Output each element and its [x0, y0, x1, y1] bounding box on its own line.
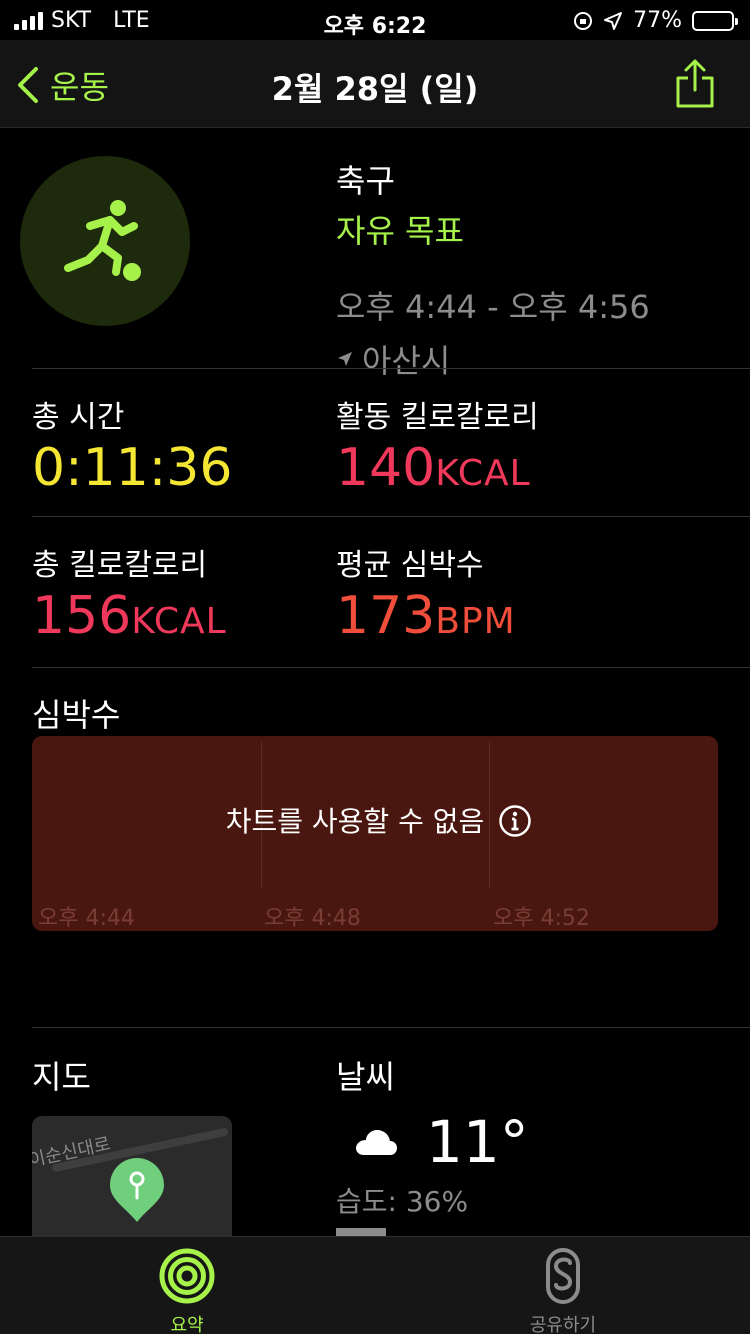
stat-unit: BPM	[435, 601, 516, 642]
workout-location: 아산시	[336, 336, 650, 382]
stat-value-row: 173BPM	[336, 586, 516, 646]
tab-sharing[interactable]: 공유하기	[503, 1247, 623, 1334]
soccer-player-icon	[64, 200, 141, 281]
humidity-label: 습도: 36%	[336, 1185, 469, 1218]
temperature-value: 11°	[426, 1108, 529, 1176]
chart-unavailable-message: 차트를 사용할 수 없음	[225, 805, 485, 838]
stat-label: 총 시간	[32, 400, 125, 435]
workout-name: 축구	[336, 162, 395, 200]
divider	[32, 1027, 750, 1028]
stat-unit: KCAL	[435, 453, 531, 494]
heart-rate-chart[interactable]: 차트를 사용할 수 없음 오후 4:44 오후 4:48 오후 4:52	[32, 736, 718, 931]
tab-bar: 요약 공유하기	[0, 1236, 750, 1334]
tab-summary[interactable]: 요약	[127, 1247, 247, 1334]
workout-time-range: 오후 4:44 - 오후 4:56	[336, 288, 650, 326]
stat-label: 활동 킬로칼로리	[336, 400, 539, 435]
workout-goal: 자유 목표	[336, 212, 464, 250]
divider	[32, 516, 750, 517]
stat-value-row: 156KCAL	[32, 586, 227, 646]
divider	[32, 368, 750, 369]
workout-summary: 축구 자유 목표 오후 4:44 - 오후 4:56 아산시	[336, 156, 650, 382]
location-arrow-icon	[604, 11, 623, 30]
weather-title: 날씨	[336, 1058, 395, 1096]
info-icon[interactable]	[498, 804, 532, 838]
battery-percent: 77%	[633, 8, 682, 33]
share-icon	[676, 59, 714, 108]
page-title: 2월 28일 (일)	[271, 70, 479, 108]
location-label: 아산시	[362, 342, 451, 380]
stat-unit: KCAL	[131, 601, 227, 642]
status-right: 77%	[573, 8, 738, 33]
stat-value: 140	[336, 438, 436, 498]
tab-label: 공유하기	[529, 1315, 597, 1334]
battery-icon	[692, 10, 738, 31]
stat-total-time: 총 시간 0:11:36	[32, 392, 232, 497]
stat-total-calories: 총 킬로칼로리 156KCAL	[32, 540, 227, 645]
stat-value: 156	[32, 586, 132, 646]
orientation-lock-icon	[574, 11, 593, 30]
chart-tick-label: 오후 4:48	[264, 906, 361, 931]
chart-tick-label: 오후 4:52	[493, 906, 590, 931]
stat-value: 173	[336, 586, 436, 646]
sharing-icon	[546, 1248, 580, 1304]
chart-tick-label: 오후 4:44	[38, 906, 135, 931]
share-button[interactable]	[674, 58, 716, 114]
stat-active-calories: 활동 킬로칼로리 140KCAL	[336, 392, 539, 497]
route-map[interactable]: 이순신대로	[32, 1116, 232, 1246]
stat-value: 0:11:36	[32, 438, 233, 498]
workout-icon-badge	[20, 156, 190, 326]
humidity-bar	[336, 1228, 386, 1236]
map-pin-icon	[110, 1158, 164, 1222]
stat-label: 평균 심박수	[336, 548, 484, 583]
activity-rings-icon	[159, 1248, 215, 1304]
cloud-icon	[356, 1130, 397, 1155]
location-arrow-icon	[338, 352, 352, 366]
stat-label: 총 킬로칼로리	[32, 548, 208, 583]
map-title: 지도	[32, 1058, 91, 1096]
tab-label: 요약	[170, 1315, 204, 1334]
navigation-bar: 운동 2월 28일 (일)	[0, 40, 750, 128]
heart-rate-title: 심박수	[32, 696, 121, 734]
weather-summary: 11°	[354, 1108, 529, 1176]
divider	[32, 667, 750, 668]
stat-value-row: 140KCAL	[336, 438, 539, 498]
status-bar: SKT LTE 오후 6:22 77%	[0, 0, 750, 40]
stat-average-heart-rate: 평균 심박수 173BPM	[336, 540, 516, 645]
